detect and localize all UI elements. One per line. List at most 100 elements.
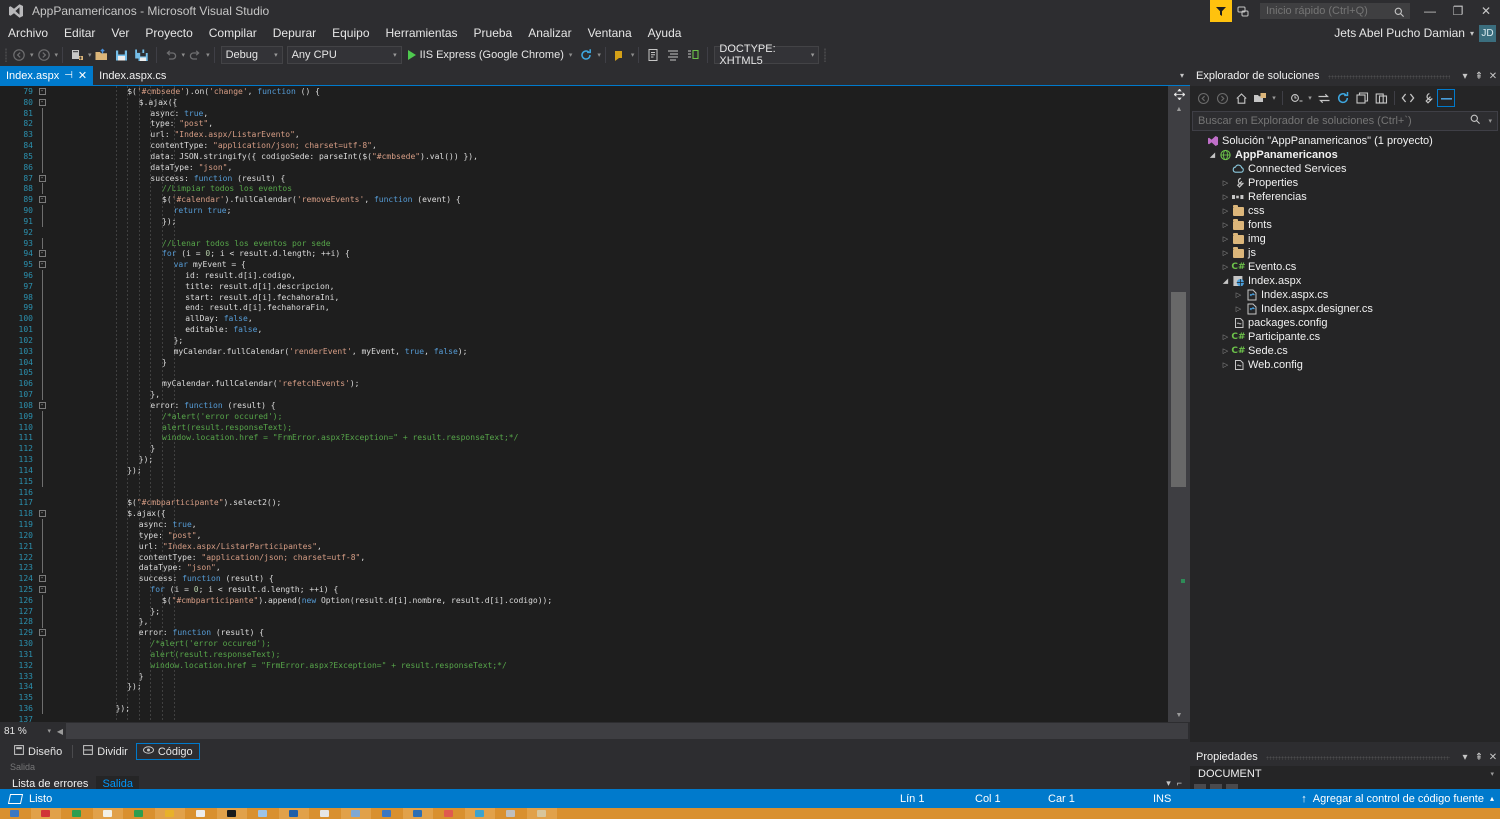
code-line[interactable]: 81 async: true,	[0, 107, 1168, 119]
pin-icon[interactable]: ⇞	[1472, 71, 1486, 82]
document-outline-icon[interactable]	[643, 45, 663, 65]
scrollbar-thumb[interactable]	[1171, 292, 1186, 487]
split-view-handle[interactable]	[1171, 86, 1187, 102]
document-tab-index-aspx-cs[interactable]: Index.aspx.cs	[93, 66, 172, 85]
code-line[interactable]: 110 alert(result.responseText);	[0, 421, 1168, 433]
format-document-icon[interactable]	[663, 45, 683, 65]
menu-item-archivo[interactable]: Archivo	[0, 22, 56, 44]
chevron-right-icon[interactable]: ▷	[1220, 221, 1231, 229]
chevron-down-icon[interactable]: ▾	[1306, 89, 1314, 107]
menu-item-equipo[interactable]: Equipo	[324, 22, 377, 44]
taskbar-item[interactable]	[527, 808, 557, 819]
code-line[interactable]: 83 url: "Index.aspx/ListarEvento",	[0, 129, 1168, 141]
save-all-icon[interactable]	[132, 45, 152, 65]
chevron-right-icon[interactable]: ▷	[1220, 207, 1231, 215]
chevron-down-icon[interactable]: ◢	[1207, 151, 1218, 159]
code-line[interactable]: 135	[0, 692, 1168, 704]
panel-drag-dots[interactable]	[1327, 75, 1450, 79]
menu-item-ventana[interactable]: Ventana	[580, 22, 640, 44]
code-line[interactable]: 117 $("#cmbparticipante").select2();	[0, 497, 1168, 508]
navigate-forward-button[interactable]	[34, 45, 54, 65]
chevron-down-icon[interactable]: ▾	[801, 51, 815, 59]
menu-item-compilar[interactable]: Compilar	[201, 22, 265, 44]
tree-node[interactable]: ▷ C# Participante.cs	[1190, 330, 1500, 344]
document-tab-index-aspx[interactable]: Index.aspx ⊣ ✕	[0, 66, 94, 85]
minimize-button[interactable]: —	[1416, 0, 1444, 22]
editor-horizontal-scrollbar[interactable]	[66, 723, 1188, 739]
close-icon[interactable]: ✕	[1486, 71, 1500, 82]
tree-node[interactable]: ▷ C# Sede.cs	[1190, 344, 1500, 358]
code-line[interactable]: 79- $('#cmbsede').on('change', function (…	[0, 86, 1168, 97]
code-line[interactable]: 98 start: result.d[i].fechahoraIni,	[0, 291, 1168, 303]
refresh-browser-icon[interactable]	[576, 45, 596, 65]
tree-node[interactable]: Solución "AppPanamericanos" (1 proyecto)	[1190, 134, 1500, 148]
show-all-files-icon[interactable]	[1353, 89, 1371, 107]
taskbar-item[interactable]	[465, 808, 495, 819]
tab-overflow-button[interactable]: ▾	[1174, 66, 1190, 85]
code-line[interactable]: 87- success: function (result) {	[0, 173, 1168, 184]
pin-icon[interactable]: ⊣	[64, 70, 73, 81]
chevron-down-icon[interactable]: ▾	[597, 51, 601, 59]
code-line[interactable]: 101 editable: false,	[0, 324, 1168, 336]
close-button[interactable]: ✕	[1472, 0, 1500, 22]
tree-node[interactable]: ▷ js	[1190, 246, 1500, 260]
collapse-toggle-icon[interactable]: -	[36, 586, 48, 593]
code-line[interactable]: 90 return true;	[0, 205, 1168, 217]
toolbar-grip-end[interactable]	[821, 47, 828, 63]
taskbar-item[interactable]	[496, 808, 526, 819]
doctype-select[interactable]: DOCTYPE: XHTML5 ▾	[714, 43, 820, 67]
solution-explorer-search-input[interactable]	[1193, 115, 1458, 127]
code-line[interactable]: 119 async: true,	[0, 519, 1168, 531]
taskbar-item[interactable]	[124, 808, 154, 819]
code-line[interactable]: 126 $("#cmbparticipante").append(new Opti…	[0, 594, 1168, 606]
editor-vertical-scrollbar[interactable]: ▲ ▼	[1168, 86, 1190, 722]
code-view-button[interactable]: Código	[135, 743, 200, 760]
taskbar-item[interactable]	[434, 808, 464, 819]
chevron-right-icon[interactable]: ▷	[1220, 249, 1231, 257]
collapse-toggle-icon[interactable]: -	[36, 629, 48, 637]
refresh-icon[interactable]	[1334, 89, 1352, 107]
browser-link-icon[interactable]	[610, 45, 630, 65]
code-line[interactable]: 96 id: result.d[i].codigo,	[0, 270, 1168, 281]
collapse-toggle-icon[interactable]: -	[36, 261, 48, 269]
code-line[interactable]: 100 allDay: false,	[0, 313, 1168, 325]
close-icon[interactable]: ✕	[1486, 752, 1500, 763]
code-line[interactable]: 91});	[0, 215, 1168, 227]
tree-node[interactable]: packages.config	[1190, 316, 1500, 330]
taskbar-item[interactable]	[279, 808, 309, 819]
code-line[interactable]: 121 url: "Index.aspx/ListarParticipantes"…	[0, 540, 1168, 552]
panel-pin-icon[interactable]: ⌐	[1177, 778, 1182, 789]
code-line[interactable]: 113});	[0, 454, 1168, 466]
chevron-up-icon[interactable]: ▴	[1490, 794, 1494, 803]
collapse-all-icon[interactable]	[1287, 89, 1305, 107]
code-view-icon[interactable]	[1399, 89, 1417, 107]
taskbar-item[interactable]	[217, 808, 247, 819]
menu-item-prueba[interactable]: Prueba	[466, 22, 521, 44]
collapse-toggle-icon[interactable]: -	[36, 174, 48, 182]
redo-icon[interactable]	[185, 45, 205, 65]
collapse-toggle-icon[interactable]: -	[36, 575, 48, 583]
zoom-level-select[interactable]: 81 % ▾	[2, 723, 54, 739]
code-line[interactable]: 106 myCalendar.fullCalendar('refetchEvent…	[0, 378, 1168, 390]
code-line[interactable]: 130 /*alert('error occured');	[0, 638, 1168, 650]
scroll-down-button[interactable]: ▼	[1171, 709, 1187, 722]
maximize-button[interactable]: ❐	[1444, 0, 1472, 22]
panel-dropdown-icon[interactable]: ▾	[1458, 71, 1472, 82]
comment-selection-icon[interactable]	[683, 45, 703, 65]
taskbar-item[interactable]	[310, 808, 340, 819]
code-line[interactable]: 102};	[0, 334, 1168, 346]
code-line[interactable]: 104}	[0, 356, 1168, 368]
menu-item-editar[interactable]: Editar	[56, 22, 103, 44]
taskbar-item[interactable]	[0, 808, 30, 819]
code-line[interactable]: 118- $.ajax({	[0, 508, 1168, 519]
chevron-right-icon[interactable]: ▷	[1220, 333, 1231, 341]
design-view-button[interactable]: Diseño	[8, 743, 68, 760]
pending-changes-icon[interactable]	[1251, 89, 1269, 107]
chevron-down-icon[interactable]: ▾	[383, 51, 397, 59]
tree-node[interactable]: ▷ Referencias	[1190, 190, 1500, 204]
new-project-icon[interactable]	[67, 45, 87, 65]
collapse-toggle-icon[interactable]: -	[36, 510, 48, 518]
scroll-left-button[interactable]: ◀	[54, 727, 66, 736]
taskbar-item[interactable]	[341, 808, 371, 819]
code-line[interactable]: 93 //Llenar todos los eventos por sede	[0, 237, 1168, 249]
